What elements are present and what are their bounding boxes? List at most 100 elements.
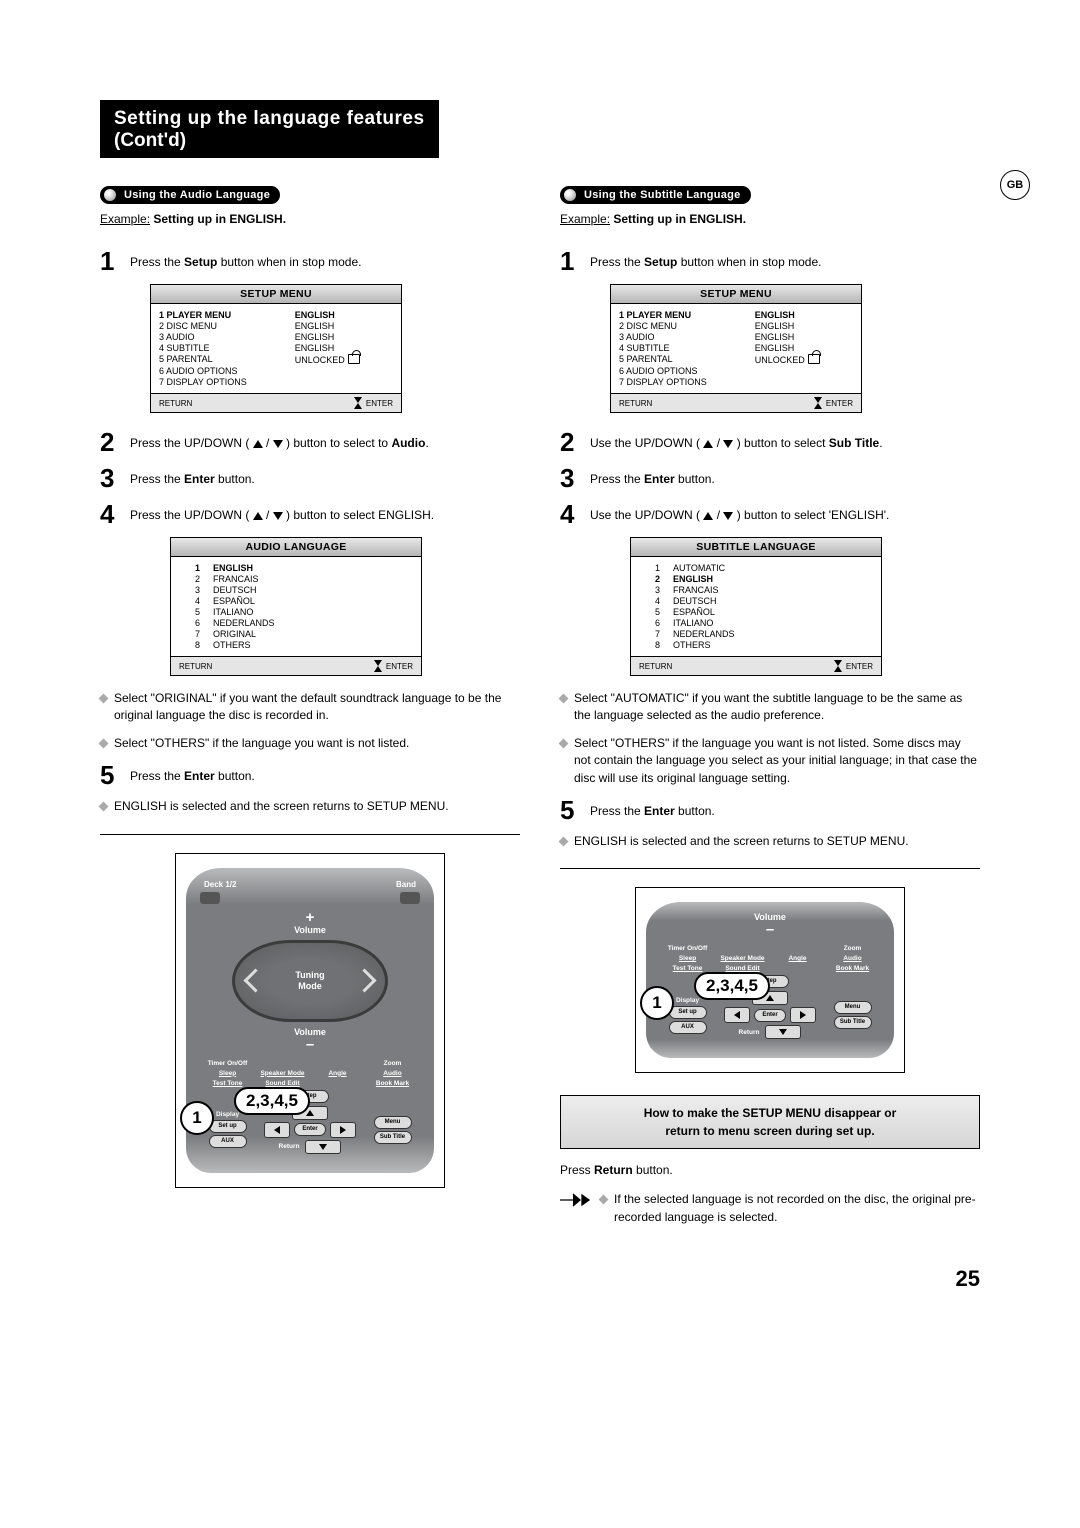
remote-frame: Deck 1/2 Band + Volume Tuning [175, 853, 445, 1188]
step-text: Press the UP/DOWN ( / ) button to select… [130, 501, 434, 524]
timer-label: Timer On/Off [660, 945, 715, 952]
audio-label: Audio [365, 1070, 420, 1077]
menu-row: 5ITALIANO [195, 606, 413, 617]
band-button[interactable] [400, 892, 420, 904]
dpad-left[interactable] [264, 1122, 290, 1138]
audio-label: Audio [825, 955, 880, 962]
step-text: Press the Enter button. [130, 465, 255, 488]
enter-button[interactable]: Enter [754, 1009, 786, 1022]
nav-ring[interactable]: Tuning Mode [232, 940, 388, 1022]
remote-lower-grid: Timer On/Off Zoom Sleep Speaker Mode Ang… [200, 1060, 420, 1154]
menu-button[interactable]: Menu [834, 1001, 872, 1014]
page-title-line1: Setting up the language features [114, 108, 425, 130]
menu-title: SUBTITLE LANGUAGE [631, 538, 881, 557]
speaker-label: Speaker Mode [255, 1070, 310, 1077]
volume-label: Volume [200, 925, 420, 935]
subtitle-button[interactable]: Sub Title [834, 1016, 872, 1029]
arrow-up-icon [703, 440, 713, 448]
menu-row: 2FRANCAIS [195, 573, 413, 584]
menu-nav-icons: ENTER [374, 660, 413, 672]
note-others: Select "OTHERS" if the language you want… [100, 735, 520, 752]
menu-row: 7ORIGINAL [195, 628, 413, 639]
menu-nav-icons: ENTER [814, 397, 853, 409]
menu-row: 2ENGLISH [655, 573, 873, 584]
menu-return: RETURN [179, 662, 212, 671]
step-number: 1 [560, 248, 590, 274]
dpad-down[interactable] [305, 1140, 341, 1154]
subtitle-language-box: SUBTITLE LANGUAGE 1AUTOMATIC2ENGLISH3FRA… [630, 537, 882, 676]
step-5: 5 Press the Enter button. [560, 797, 980, 823]
left-column: Using the Audio Language Example: Settin… [100, 186, 520, 1226]
menu-row: 4DEUTSCH [655, 595, 873, 606]
note-others: Select "OTHERS" if the language you want… [560, 735, 980, 787]
remote-body: Volume – Timer On/Off Zoom Sleep Speaker… [646, 902, 894, 1058]
step-4: 4 Press the UP/DOWN ( / ) button to sele… [100, 501, 520, 527]
test-tone-label: Test Tone [660, 965, 715, 972]
menu-row: 7 DISPLAY OPTIONS [619, 376, 853, 387]
step-number: 5 [560, 797, 590, 823]
menu-row: 6NEDERLANDS [195, 617, 413, 628]
deck-button[interactable] [200, 892, 220, 904]
callout-1: 1 [180, 1101, 214, 1135]
nav-left-icon[interactable] [243, 968, 267, 992]
volume-down-icon[interactable]: – [200, 1037, 420, 1052]
volume-down-icon[interactable]: – [660, 922, 880, 937]
menu-row: 1 PLAYER MENUENGLISH [159, 309, 393, 320]
pointer-text: If the selected language is not recorded… [600, 1191, 980, 1226]
right-column: Using the Subtitle Language Example: Set… [560, 186, 980, 1226]
menu-row: 7NEDERLANDS [655, 628, 873, 639]
display-label: Display [216, 1111, 239, 1118]
step-4: 4 Use the UP/DOWN ( / ) button to select… [560, 501, 980, 527]
menu-nav-icons: ENTER [354, 397, 393, 409]
step-number: 3 [560, 465, 590, 491]
menu-title: SETUP MENU [611, 285, 861, 304]
step-number: 4 [560, 501, 590, 527]
dpad-right[interactable] [790, 1007, 816, 1023]
setup-button[interactable]: Set up [209, 1120, 247, 1133]
step-text: Use the UP/DOWN ( / ) button to select S… [590, 429, 883, 452]
volume-up-icon[interactable]: + [200, 910, 420, 925]
dpad-down[interactable] [765, 1025, 801, 1039]
step-3: 3 Press the Enter button. [560, 465, 980, 491]
example-line: Example: Setting up in ENGLISH. [100, 212, 520, 226]
footer-pointer-note: If the selected language is not recorded… [560, 1191, 980, 1226]
setup-menu-box: SETUP MENU 1 PLAYER MENUENGLISH2 DISC ME… [150, 284, 402, 413]
enter-button[interactable]: Enter [294, 1123, 326, 1136]
menu-row: 6 AUDIO OPTIONS [619, 365, 853, 376]
menu-return: RETURN [639, 662, 672, 671]
subtitle-button[interactable]: Sub Title [374, 1131, 412, 1144]
aux-button[interactable]: AUX [209, 1135, 247, 1148]
aux-button[interactable]: AUX [669, 1021, 707, 1034]
menu-row: 5 PARENTALUNLOCKED [159, 353, 393, 365]
nav-right-icon[interactable] [352, 968, 376, 992]
step-text: Press the Enter button. [590, 797, 715, 820]
band-label: Band [396, 880, 416, 889]
lock-icon [348, 354, 360, 364]
arrow-up-icon [253, 512, 263, 520]
arrow-down-icon [273, 512, 283, 520]
angle-label: Angle [310, 1070, 365, 1077]
setup-button[interactable]: Set up [669, 1006, 707, 1019]
pill-label: Using the Audio Language [124, 189, 270, 201]
menu-title: AUDIO LANGUAGE [171, 538, 421, 557]
step-text: Press the Setup button when in stop mode… [130, 248, 361, 271]
display-label: Display [676, 997, 699, 1004]
dpad-right[interactable] [330, 1122, 356, 1138]
arrow-down-icon [723, 512, 733, 520]
menu-row: 8OTHERS [655, 639, 873, 650]
page-number: 25 [100, 1266, 980, 1292]
step-number: 5 [100, 762, 130, 788]
menu-row: 3 AUDIOENGLISH [159, 331, 393, 342]
page-lang-badge: GB [1000, 170, 1030, 200]
menu-row: 3FRANCAIS [655, 584, 873, 595]
divider [560, 868, 980, 869]
menu-button[interactable]: Menu [374, 1116, 412, 1129]
setup-menu-box: SETUP MENU 1 PLAYER MENUENGLISH2 DISC ME… [610, 284, 862, 413]
deck-label: Deck 1/2 [204, 880, 236, 889]
pill-label: Using the Subtitle Language [584, 189, 741, 201]
dpad-left[interactable] [724, 1007, 750, 1023]
remote-body: Deck 1/2 Band + Volume Tuning [186, 868, 434, 1173]
step-5: 5 Press the Enter button. [100, 762, 520, 788]
section-pill-subtitle: Using the Subtitle Language [560, 186, 751, 204]
step-number: 1 [100, 248, 130, 274]
